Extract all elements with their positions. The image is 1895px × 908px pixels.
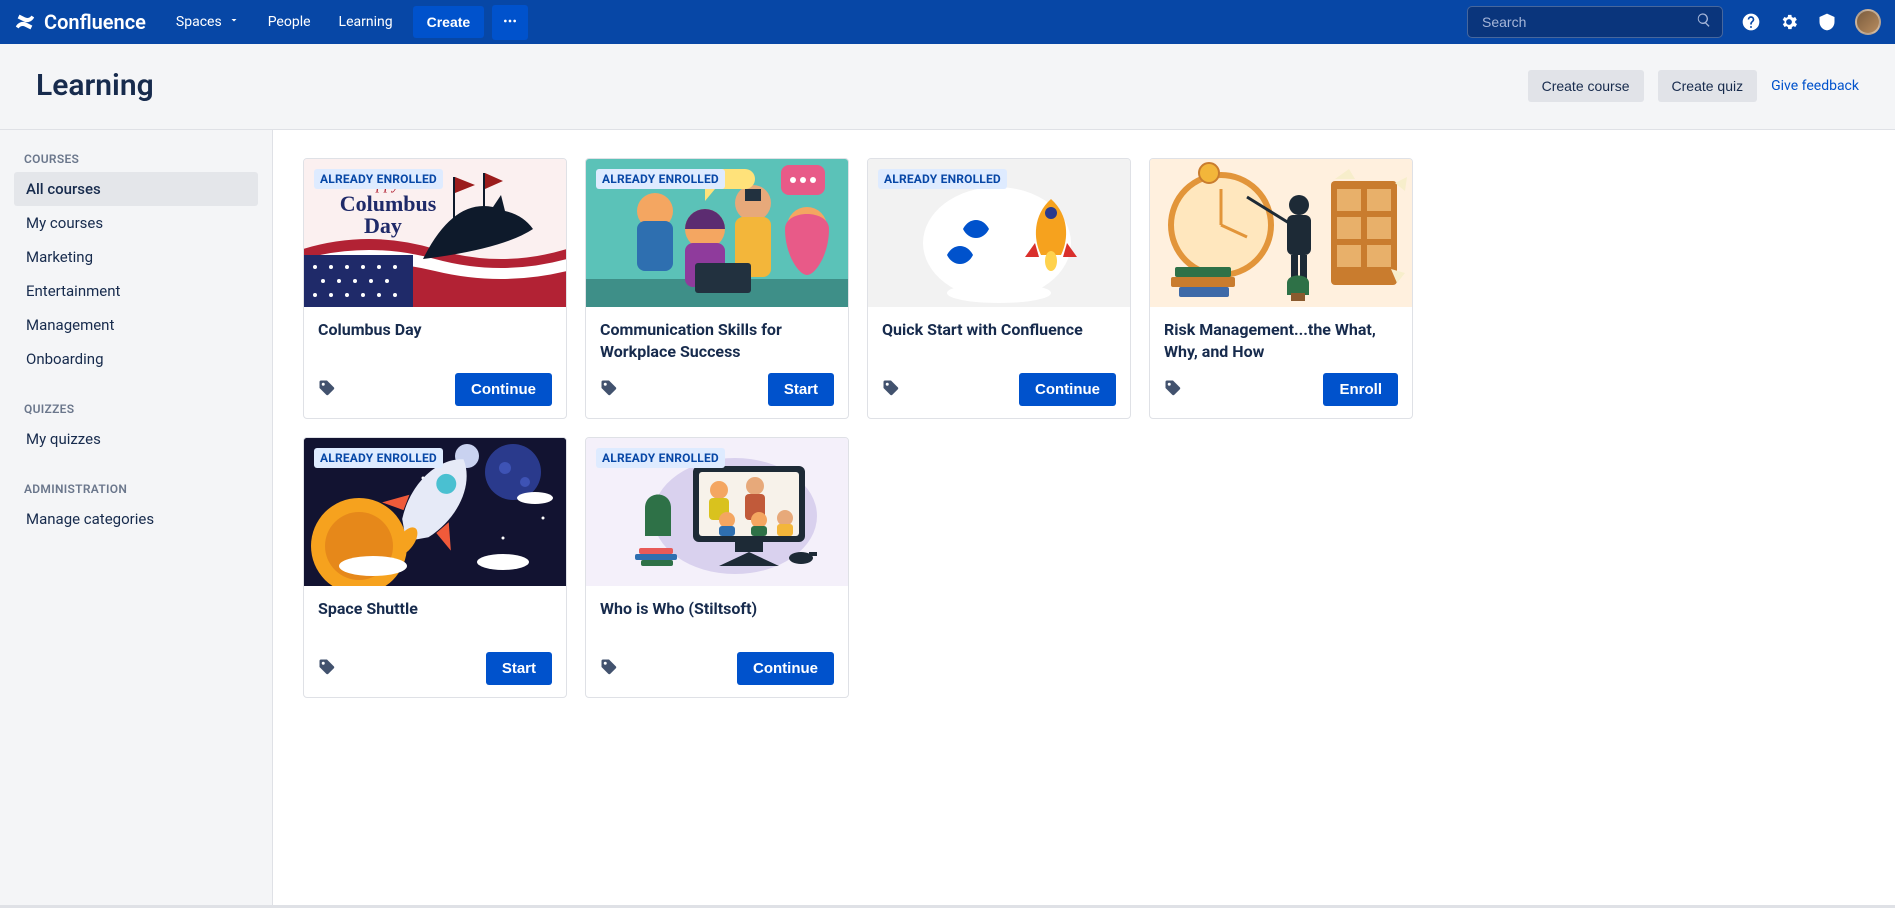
course-action-button[interactable]: Continue xyxy=(455,373,552,406)
enrolled-badge: ALREADY ENROLLED xyxy=(314,169,443,189)
sidebar-item-management[interactable]: Management xyxy=(14,308,258,342)
sidebar-item-marketing[interactable]: Marketing xyxy=(14,240,258,274)
course-card[interactable]: ALREADY ENROLLED Who is Who (Stiltsoft) Co… xyxy=(585,437,849,698)
enrolled-badge: ALREADY ENROLLED xyxy=(878,169,1007,189)
more-icon xyxy=(502,13,518,32)
svg-text:Day: Day xyxy=(364,213,402,238)
course-thumbnail: ALREADY ENROLLED xyxy=(868,159,1130,307)
top-icons xyxy=(1741,9,1881,35)
course-card-body: Communication Skills for Workplace Succe… xyxy=(586,307,848,418)
course-action-button[interactable]: Start xyxy=(768,373,834,406)
course-card-body: Quick Start with Confluence Continue xyxy=(868,307,1130,418)
course-card[interactable]: ALREADY ENROLLED Space Shuttle Start xyxy=(303,437,567,698)
course-title: Risk Management...the What, Why, and How xyxy=(1164,319,1398,363)
course-card-footer: Continue xyxy=(600,652,834,685)
create-quiz-button[interactable]: Create quiz xyxy=(1658,70,1758,102)
page-header: Learning Create course Create quiz Give … xyxy=(0,44,1895,130)
course-card-body: Space Shuttle Start xyxy=(304,586,566,697)
settings-icon[interactable] xyxy=(1779,12,1799,32)
notifications-icon[interactable] xyxy=(1817,12,1837,32)
course-title: Who is Who (Stiltsoft) xyxy=(600,598,834,642)
sidebar-item-manage-categories[interactable]: Manage categories xyxy=(14,502,258,536)
sidebar-heading-courses: COURSES xyxy=(14,152,258,172)
give-feedback-link[interactable]: Give feedback xyxy=(1771,78,1859,94)
create-course-button[interactable]: Create course xyxy=(1528,70,1644,102)
course-card[interactable]: ALREADY ENROLLED Communication Skills for… xyxy=(585,158,849,419)
course-card-footer: Start xyxy=(600,373,834,406)
main-content: Happy Columbus Day ALREADY ENROLLEDColum… xyxy=(273,130,1895,905)
user-avatar[interactable] xyxy=(1855,9,1881,35)
confluence-logo-icon xyxy=(14,11,36,33)
course-card-footer: Continue xyxy=(882,373,1116,406)
nav-people-label: People xyxy=(268,14,311,30)
top-nav: Confluence Spaces People Learning Create xyxy=(0,0,1895,44)
nav-links: Spaces People Learning Create xyxy=(164,5,528,40)
enrolled-badge: ALREADY ENROLLED xyxy=(314,448,443,468)
more-button[interactable] xyxy=(492,5,528,40)
course-card-body: Columbus Day Continue xyxy=(304,307,566,418)
course-card-body: Risk Management...the What, Why, and How… xyxy=(1150,307,1412,418)
tag-icon[interactable] xyxy=(882,379,900,401)
help-icon[interactable] xyxy=(1741,12,1761,32)
nav-spaces[interactable]: Spaces xyxy=(164,6,252,38)
tag-icon[interactable] xyxy=(600,379,618,401)
course-grid: Happy Columbus Day ALREADY ENROLLEDColum… xyxy=(303,158,1865,698)
course-thumbnail: Happy Columbus Day ALREADY ENROLLED xyxy=(304,159,566,307)
layout: COURSES All courses My courses Marketing… xyxy=(0,130,1895,905)
course-thumbnail xyxy=(1150,159,1412,307)
course-action-button[interactable]: Continue xyxy=(1019,373,1116,406)
chevron-down-icon xyxy=(228,14,240,30)
enrolled-badge: ALREADY ENROLLED xyxy=(596,169,725,189)
course-card[interactable]: Risk Management...the What, Why, and How… xyxy=(1149,158,1413,419)
search-input[interactable] xyxy=(1480,13,1696,31)
course-thumbnail: ALREADY ENROLLED xyxy=(304,438,566,586)
course-card[interactable]: Happy Columbus Day ALREADY ENROLLEDColum… xyxy=(303,158,567,419)
tag-icon[interactable] xyxy=(1164,379,1182,401)
search-icon xyxy=(1696,12,1712,32)
nav-spaces-label: Spaces xyxy=(176,14,222,30)
course-action-button[interactable]: Continue xyxy=(737,652,834,685)
course-title: Communication Skills for Workplace Succe… xyxy=(600,319,834,363)
sidebar-item-entertainment[interactable]: Entertainment xyxy=(14,274,258,308)
sidebar-heading-quizzes: QUIZZES xyxy=(14,402,258,422)
course-title: Space Shuttle xyxy=(318,598,552,642)
brand-name: Confluence xyxy=(44,10,146,34)
page-title: Learning xyxy=(36,68,1528,103)
course-action-button[interactable]: Enroll xyxy=(1323,373,1398,406)
course-thumbnail: ALREADY ENROLLED xyxy=(586,159,848,307)
tag-icon[interactable] xyxy=(318,379,336,401)
brand[interactable]: Confluence xyxy=(14,10,146,34)
course-title: Columbus Day xyxy=(318,319,552,363)
course-thumbnail: ALREADY ENROLLED xyxy=(586,438,848,586)
sidebar-item-my-courses[interactable]: My courses xyxy=(14,206,258,240)
create-button[interactable]: Create xyxy=(413,6,485,38)
nav-learning[interactable]: Learning xyxy=(327,6,405,38)
course-card-body: Who is Who (Stiltsoft) Continue xyxy=(586,586,848,697)
avatar-image xyxy=(1855,9,1881,35)
sidebar-item-all-courses[interactable]: All courses xyxy=(14,172,258,206)
course-card-footer: Continue xyxy=(318,373,552,406)
course-card-footer: Enroll xyxy=(1164,373,1398,406)
enrolled-badge: ALREADY ENROLLED xyxy=(596,448,725,468)
sidebar-section-courses: COURSES All courses My courses Marketing… xyxy=(14,152,258,376)
sidebar: COURSES All courses My courses Marketing… xyxy=(0,130,273,905)
sidebar-item-my-quizzes[interactable]: My quizzes xyxy=(14,422,258,456)
nav-people[interactable]: People xyxy=(256,6,323,38)
sidebar-section-admin: ADMINISTRATION Manage categories xyxy=(14,482,258,536)
sidebar-item-onboarding[interactable]: Onboarding xyxy=(14,342,258,376)
course-card-footer: Start xyxy=(318,652,552,685)
course-title: Quick Start with Confluence xyxy=(882,319,1116,363)
sidebar-section-quizzes: QUIZZES My quizzes xyxy=(14,402,258,456)
course-action-button[interactable]: Start xyxy=(486,652,552,685)
nav-learning-label: Learning xyxy=(339,14,393,30)
tag-icon[interactable] xyxy=(318,658,336,680)
course-card[interactable]: ALREADY ENROLLED Quick Start with Conflue… xyxy=(867,158,1131,419)
sidebar-heading-admin: ADMINISTRATION xyxy=(14,482,258,502)
search-box[interactable] xyxy=(1467,6,1723,38)
tag-icon[interactable] xyxy=(600,658,618,680)
header-actions: Create course Create quiz Give feedback xyxy=(1528,70,1859,102)
